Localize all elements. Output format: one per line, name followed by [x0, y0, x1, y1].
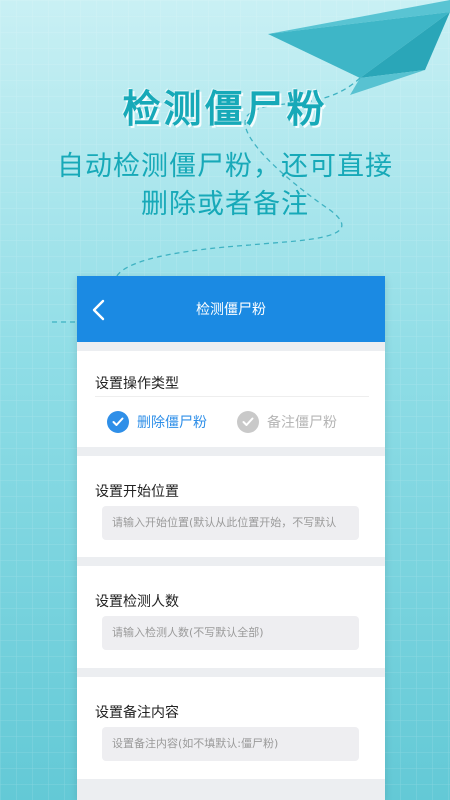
remark-input[interactable]: 设置备注内容(如不填默认:僵尸粉) — [102, 727, 359, 761]
remark-label: 设置备注内容 — [95, 705, 179, 721]
promo-subtitle-line-2: 删除或者备注 — [141, 189, 309, 220]
radio-remark-zombie-label: 备注僵尸粉 — [267, 415, 337, 431]
radio-delete-zombie[interactable]: 删除僵尸粉 — [107, 411, 207, 433]
operation-type-label: 设置操作类型 — [95, 351, 369, 397]
detect-count-section: 设置检测人数 请输入检测人数(不写默认全部) — [77, 566, 385, 668]
checkmark-icon — [237, 411, 259, 433]
promo-subtitle: 自动检测僵尸粉，还可直接 删除或者备注 — [0, 148, 450, 224]
radio-delete-zombie-label: 删除僵尸粉 — [137, 415, 207, 431]
chevron-left-icon[interactable] — [89, 298, 109, 322]
app-title-bar: 检测僵尸粉 — [77, 276, 385, 342]
promo-headline: 检测僵尸粉 — [122, 87, 328, 131]
checkmark-icon — [107, 411, 129, 433]
promo-subtitle-line-1: 自动检测僵尸粉，还可直接 — [57, 151, 393, 182]
operation-type-radio-group: 删除僵尸粉 备注僵尸粉 — [95, 397, 369, 447]
page-title: 检测僵尸粉 — [196, 302, 266, 318]
start-position-section: 设置开始位置 请输入开始位置(默认从此位置开始，不写默认 — [77, 456, 385, 557]
detect-count-input[interactable]: 请输入检测人数(不写默认全部) — [102, 616, 359, 650]
phone-screen: 检测僵尸粉 设置操作类型 删除僵尸粉 备注僵尸粉 设置开始位置 请输入开始位置(… — [77, 276, 385, 800]
radio-remark-zombie[interactable]: 备注僵尸粉 — [237, 411, 337, 433]
start-position-label: 设置开始位置 — [95, 484, 179, 500]
operation-type-section: 设置操作类型 删除僵尸粉 备注僵尸粉 — [77, 351, 385, 447]
remark-section: 设置备注内容 设置备注内容(如不填默认:僵尸粉) — [77, 677, 385, 779]
start-position-input[interactable]: 请输入开始位置(默认从此位置开始，不写默认 — [102, 506, 359, 540]
detect-count-label: 设置检测人数 — [95, 594, 179, 610]
